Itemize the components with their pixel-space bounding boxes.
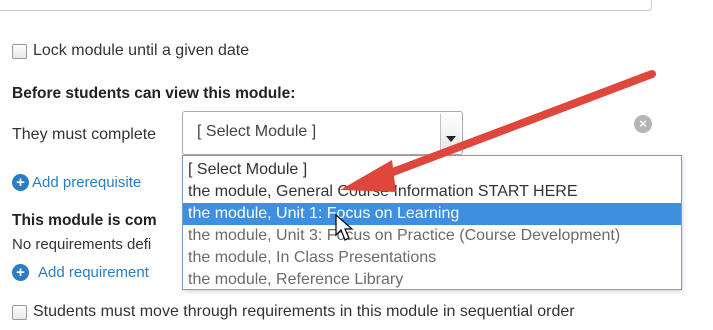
sequential-order-row[interactable]: Students must move through requirements … bbox=[12, 303, 575, 321]
lock-module-row[interactable]: Lock module until a given date bbox=[12, 42, 249, 60]
module-select-value: [ Select Module ] bbox=[197, 123, 317, 140]
dropdown-option[interactable]: [ Select Module ] bbox=[183, 159, 681, 181]
sequential-order-label: Students must move through requirements … bbox=[33, 303, 575, 320]
lock-module-checkbox[interactable] bbox=[12, 43, 27, 59]
must-complete-label: They must complete bbox=[12, 126, 157, 143]
plus-circle-icon: + bbox=[12, 174, 29, 191]
no-requirements-text: No requirements defi bbox=[12, 236, 152, 253]
sequential-order-checkbox[interactable] bbox=[12, 304, 27, 320]
add-prerequisite-label: Add prerequisite bbox=[32, 174, 142, 191]
dropdown-option[interactable]: the module, Unit 3: Focus on Practice (C… bbox=[183, 225, 681, 247]
plus-circle-icon: + bbox=[12, 264, 29, 281]
dropdown-option[interactable]: the module, General Course Information S… bbox=[183, 181, 681, 203]
module-dropdown-list[interactable]: [ Select Module ] the module, General Co… bbox=[182, 155, 682, 290]
dropdown-option-highlighted[interactable]: the module, Unit 1: Focus on Learning bbox=[183, 203, 681, 225]
dropdown-option[interactable]: the module, Reference Library bbox=[183, 269, 681, 291]
completion-heading: This module is com bbox=[12, 212, 157, 229]
remove-circle-icon[interactable]: × bbox=[634, 115, 652, 133]
add-requirement-link[interactable]: + Add requirement bbox=[12, 264, 149, 281]
dropdown-arrow-icon[interactable] bbox=[440, 114, 460, 152]
prerequisites-heading: Before students can view this module: bbox=[12, 85, 296, 102]
module-select[interactable]: [ Select Module ] bbox=[182, 111, 463, 155]
add-requirement-label: Add requirement bbox=[38, 264, 149, 281]
previous-section-frame bbox=[0, 0, 652, 11]
lock-module-label: Lock module until a given date bbox=[33, 42, 250, 59]
add-prerequisite-link[interactable]: + Add prerequisite bbox=[12, 174, 141, 191]
dropdown-option[interactable]: the module, In Class Presentations bbox=[183, 247, 681, 269]
